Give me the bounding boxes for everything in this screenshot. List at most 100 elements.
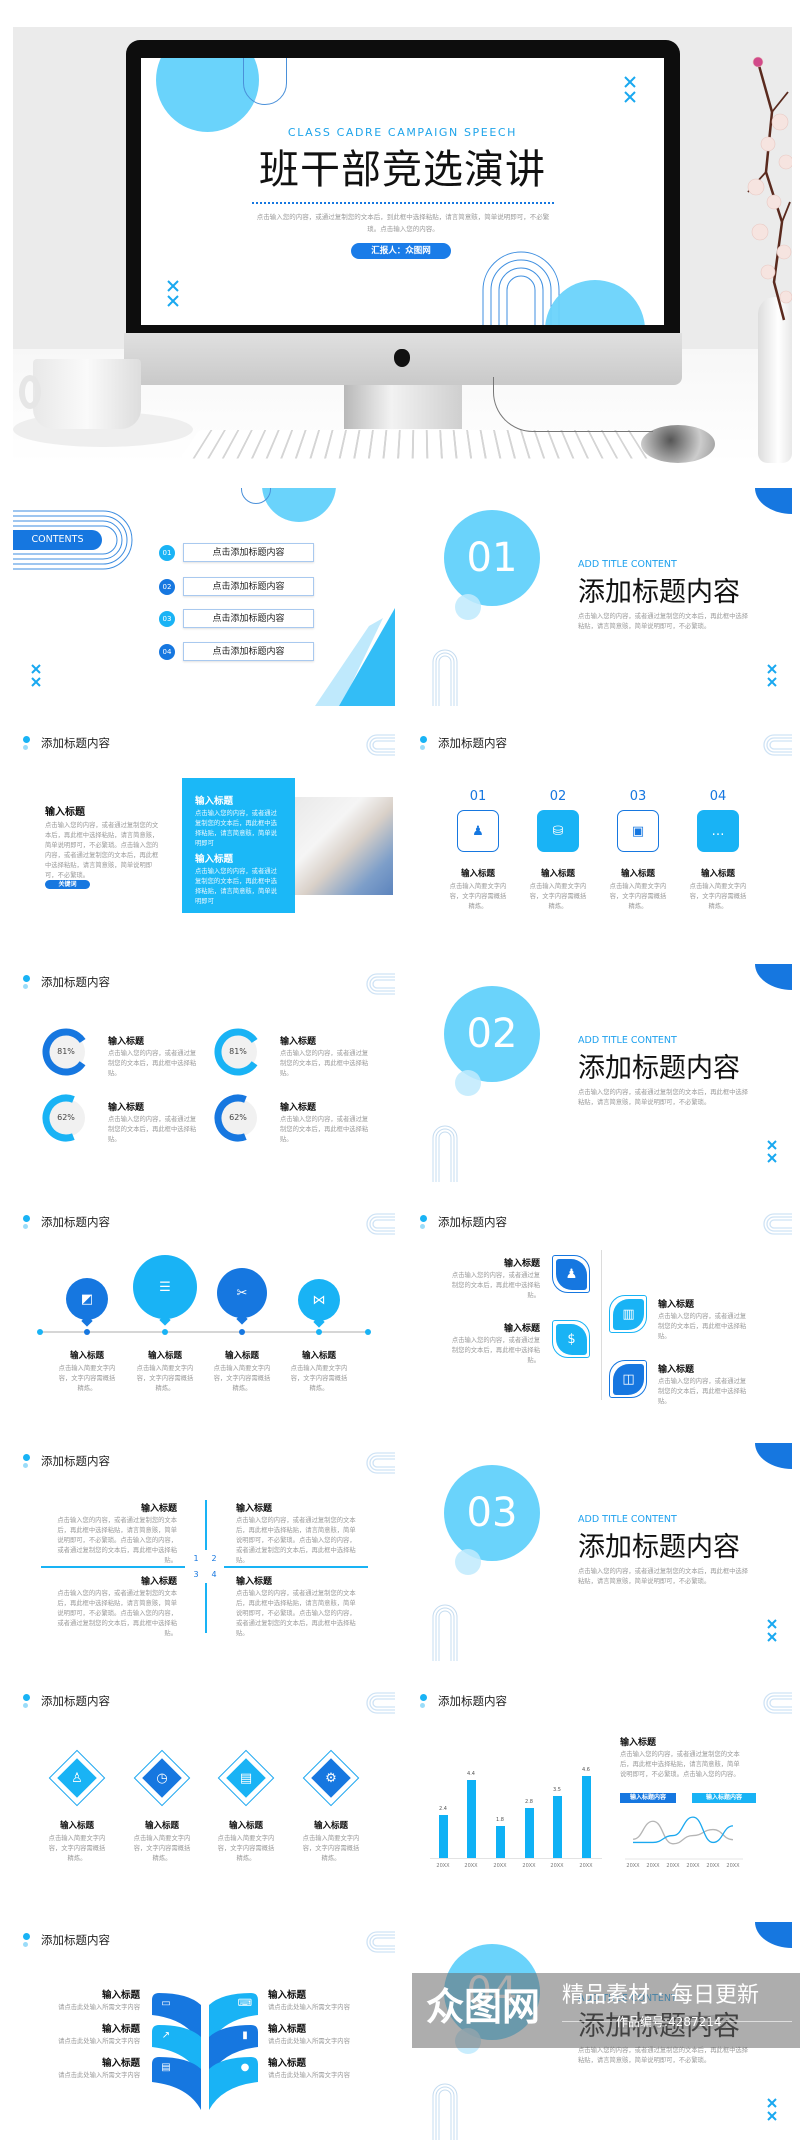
quadrant-number: 2 [211, 1554, 217, 1564]
progress-label: 62% [229, 1113, 247, 1123]
timeline-dot [84, 1329, 90, 1335]
heading-dot-small [420, 1224, 425, 1229]
item-number: 04 [709, 789, 727, 805]
line-x-tick-label: 20XX [686, 1863, 700, 1869]
blue-panel: 输入标题点击输入您的内容，或者通过复制您的文本后，再此框中选择粘贴，请言简意赅，… [182, 778, 295, 913]
item-body: 点击输入您的内容，或者通过复制您的文本后，再此框中选择粘贴。 [280, 1050, 369, 1077]
item-title: 输入标题 [59, 1820, 95, 1831]
heading-dot [23, 1933, 30, 1940]
watermark-slogan: 精品素材 · 每日更新 [562, 1983, 759, 2008]
item-title: 输入标题 [108, 1102, 145, 1113]
bar-x-tick-label: 20XX [522, 1863, 536, 1869]
contents-item-2[interactable]: 02 点击添加标题内容 [159, 577, 315, 597]
section-title: 添加标题内容 [578, 1531, 740, 1563]
item-title: 输入标题 [700, 868, 736, 879]
contents-item-1[interactable]: 01 点击添加标题内容 [159, 543, 315, 563]
bar-data-label: 2.8 [525, 1799, 533, 1806]
bar-x-tick-label: 20XX [436, 1863, 450, 1869]
heading-dot [420, 1694, 427, 1701]
decor-bracket [366, 1692, 395, 1714]
divider-vertical [205, 1583, 207, 1633]
cup-handle [19, 375, 41, 409]
bar [438, 1815, 448, 1858]
keyword-button[interactable]: 关键词 [45, 880, 90, 889]
watermark-band: 众图网 精品素材 · 每日更新 作品编号:4287214 [412, 1973, 800, 2048]
decor-bracket [366, 973, 395, 995]
cross-stroke [767, 664, 777, 687]
decor-cross-icon [31, 664, 41, 687]
bracket-line [372, 1458, 395, 1468]
cherry-blossom-branch [747, 56, 792, 321]
photo-writing [293, 797, 393, 895]
item-body: 请点击此处输入所需文字内容 [58, 2038, 140, 2045]
timeline-dot [239, 1329, 245, 1335]
line-series [633, 1816, 734, 1844]
section-title-slide-3: 03 ADD TITLE CONTENT 添加标题内容 点击输入您的内容，或者通过复制… [410, 1443, 792, 1661]
cross-stroke [31, 664, 41, 687]
quadrant-number: 1 [193, 1554, 199, 1564]
contents-item-label[interactable]: 点击添加标题内容 [183, 543, 314, 562]
item-body: 点击输入简要文字内容，文字内容需概括精炼。 [290, 1365, 348, 1392]
decor-bracket [366, 1213, 395, 1235]
timeline-dot [162, 1329, 168, 1335]
reporter-button[interactable]: 汇报人：众图网 [351, 243, 451, 259]
progress-label: 62% [57, 1113, 75, 1123]
contents-item-4[interactable]: 04 点击添加标题内容 [159, 642, 315, 662]
contents-item-label[interactable]: 点击添加标题内容 [183, 577, 314, 596]
item-number: 01 [469, 789, 487, 805]
cross-stroke [767, 1140, 777, 1163]
item-body: 点击输入您的内容，或者通过复制您的文本后，再此框中选择粘贴。 [451, 1337, 540, 1364]
bar-x-tick-label: 20XX [579, 1863, 593, 1869]
item-body: 请点击此处输入所需文字内容 [58, 2072, 140, 2079]
panel-body: 点击输入您的内容，或者通过复制您的文本后，再此框中选择粘贴，请言简意赅，简单说明… [195, 868, 277, 905]
quadrant-number: 4 [211, 1570, 217, 1580]
decor-cross-icon [767, 664, 777, 687]
heading-dot-small [23, 1224, 28, 1229]
item-body: 点击输入简要文字内容，文字内容需概括精炼。 [58, 1365, 116, 1392]
item-title: 输入标题 [144, 1820, 180, 1831]
decor-arch [432, 1604, 458, 1661]
item-body: 点击输入简要文字内容，文字内容需概括精炼。 [217, 1835, 275, 1862]
divider-line [601, 1250, 602, 1400]
heading-dot [23, 1694, 30, 1701]
watermark-logo: 众图网 [426, 1985, 541, 2029]
timeline-dot [365, 1329, 371, 1335]
item-title: 输入标题 [268, 2058, 307, 2070]
slide-heading: 添加标题内容 [438, 736, 507, 751]
decor-cross-icon [767, 1140, 777, 1163]
cross-stroke [767, 1619, 777, 1642]
item-body: 点击输入您的内容，或者通过复制您的文本后，再此框中选择粘贴，请言简意赅，简单说明… [236, 1590, 356, 1637]
bracket-line [769, 1219, 792, 1229]
contents-item-3[interactable]: 03 点击添加标题内容 [159, 609, 315, 629]
divider-horizontal [41, 1566, 185, 1568]
arch-line [438, 655, 452, 706]
item-body: 点击输入您的内容，或者通过复制您的文本后，再此框中选择粘贴，请言简意赅，简单说明… [57, 1590, 177, 1637]
section-number: 03 [466, 1490, 518, 1536]
item-title: 输入标题 [620, 868, 656, 879]
bracket-line [766, 1216, 792, 1232]
legend-button-2[interactable]: 输入标题内容 [692, 1793, 756, 1803]
line-x-tick-label: 20XX [726, 1863, 740, 1869]
heading-dot-small [23, 1703, 28, 1708]
line-x-tick-label: 20XX [666, 1863, 680, 1869]
decor-cross-icon [167, 280, 179, 307]
heading-dot [23, 736, 30, 743]
trend-icon: ↗ [161, 2029, 171, 2041]
bracket-line [369, 976, 395, 992]
bracket-line [372, 1698, 395, 1708]
item-title: 输入标题 [236, 1503, 273, 1514]
divider-horizontal [224, 1566, 368, 1568]
building-icon: ▮ [242, 2029, 248, 2041]
panel-title: 输入标题 [195, 854, 234, 866]
contents-item-label[interactable]: 点击添加标题内容 [183, 642, 314, 661]
legend-button-1[interactable]: 输入标题内容 [620, 1793, 676, 1803]
lightbulb-icon: ● [240, 2061, 250, 2073]
panel-body: 点击输入您的内容，或者通过复制您的文本后，再此框中选择粘贴，请言简意赅，简单说明… [195, 810, 277, 847]
slide-heading: 添加标题内容 [438, 1694, 507, 1709]
leaves-slide: 添加标题内容 ▭ ⌨ 输入标题 请点击此处输入所需文字内容 输入标题 请点击此处输入所需文字… [13, 1922, 395, 2140]
section-title-slide-1: 01 ADD TITLE CONTENT 添加标题内容 点击输入您的内容，或者通过复制… [410, 488, 792, 706]
contents-item-label[interactable]: 点击添加标题内容 [183, 609, 314, 628]
section-number: 01 [466, 535, 518, 581]
bar-data-label: 2.4 [439, 1806, 447, 1813]
chart-text-title: 输入标题 [620, 1737, 657, 1748]
